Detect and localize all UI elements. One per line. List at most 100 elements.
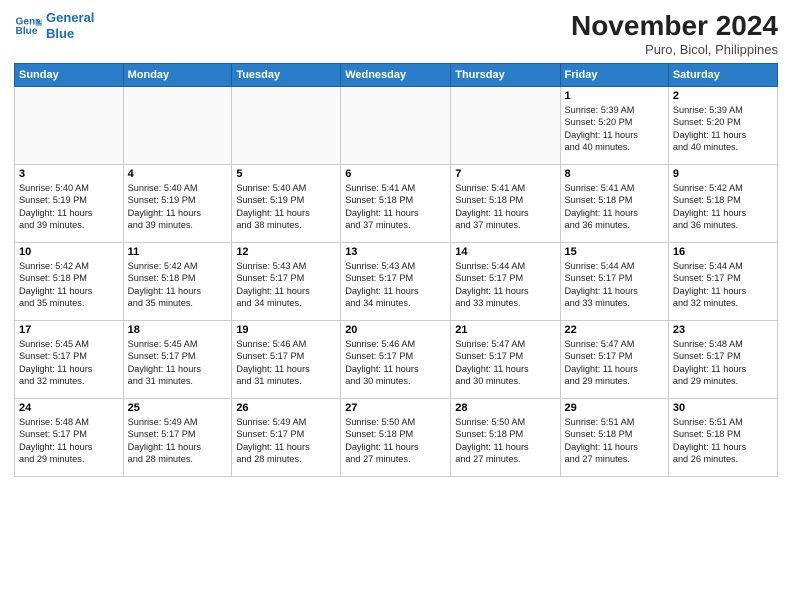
calendar-cell: 1 Sunrise: 5:39 AM Sunset: 5:20 PM Daylig… (560, 87, 668, 165)
calendar-cell: 17Sunrise: 5:45 AM Sunset: 5:17 PM Dayli… (15, 321, 124, 399)
day-number: 8 (565, 168, 664, 180)
day-info: Sunrise: 5:47 AM Sunset: 5:17 PM Dayligh… (565, 338, 664, 388)
calendar-cell: 11Sunrise: 5:42 AM Sunset: 5:18 PM Dayli… (123, 243, 232, 321)
calendar-week-row: 24 Sunrise: 5:48 AM Sunset: 5:17 PM Dayli… (15, 399, 778, 477)
day-number: 12 (236, 246, 336, 258)
weekday-header: Monday (123, 64, 232, 87)
calendar-cell: 6 Sunrise: 5:41 AM Sunset: 5:18 PM Daylig… (341, 165, 451, 243)
logo: General Blue General Blue (14, 10, 94, 41)
weekday-header: Wednesday (341, 64, 451, 87)
day-number: 3 (19, 168, 119, 180)
day-number: 20 (345, 324, 446, 336)
day-number: 17 (19, 324, 119, 336)
day-number: 1 (565, 90, 664, 102)
day-info: Sunrise: 5:42 AM Sunset: 5:18 PM Dayligh… (673, 182, 773, 232)
day-info: Sunrise: 5:44 AM Sunset: 5:17 PM Dayligh… (673, 260, 773, 310)
calendar-cell: 23 Sunrise: 5:48 AM Sunset: 5:17 PM Dayli… (668, 321, 777, 399)
weekday-header: Sunday (15, 64, 124, 87)
day-info: Sunrise: 5:47 AM Sunset: 5:17 PM Dayligh… (455, 338, 555, 388)
day-number: 15 (565, 246, 664, 258)
day-info: Sunrise: 5:50 AM Sunset: 5:18 PM Dayligh… (345, 416, 446, 466)
logo-line2: Blue (46, 26, 94, 42)
calendar-cell: 29Sunrise: 5:51 AM Sunset: 5:18 PM Dayli… (560, 399, 668, 477)
day-number: 18 (128, 324, 228, 336)
svg-text:Blue: Blue (16, 25, 38, 36)
calendar-cell (15, 87, 124, 165)
calendar-cell: 21 Sunrise: 5:47 AM Sunset: 5:17 PM Dayli… (451, 321, 560, 399)
day-info: Sunrise: 5:43 AM Sunset: 5:17 PM Dayligh… (345, 260, 446, 310)
day-number: 22 (565, 324, 664, 336)
calendar-table: SundayMondayTuesdayWednesdayThursdayFrid… (14, 63, 778, 477)
calendar-cell: 25 Sunrise: 5:49 AM Sunset: 5:17 PM Dayli… (123, 399, 232, 477)
calendar-cell: 16 Sunrise: 5:44 AM Sunset: 5:17 PM Dayli… (668, 243, 777, 321)
calendar-cell: 18 Sunrise: 5:45 AM Sunset: 5:17 PM Dayli… (123, 321, 232, 399)
day-info: Sunrise: 5:43 AM Sunset: 5:17 PM Dayligh… (236, 260, 336, 310)
day-number: 24 (19, 402, 119, 414)
day-info: Sunrise: 5:42 AM Sunset: 5:18 PM Dayligh… (128, 260, 228, 310)
day-number: 10 (19, 246, 119, 258)
day-info: Sunrise: 5:49 AM Sunset: 5:17 PM Dayligh… (236, 416, 336, 466)
day-number: 27 (345, 402, 446, 414)
calendar-cell: 5Sunrise: 5:40 AM Sunset: 5:19 PM Daylig… (232, 165, 341, 243)
calendar-cell: 3Sunrise: 5:40 AM Sunset: 5:19 PM Daylig… (15, 165, 124, 243)
calendar-cell: 19 Sunrise: 5:46 AM Sunset: 5:17 PM Dayli… (232, 321, 341, 399)
weekday-header-row: SundayMondayTuesdayWednesdayThursdayFrid… (15, 64, 778, 87)
day-info: Sunrise: 5:44 AM Sunset: 5:17 PM Dayligh… (455, 260, 555, 310)
calendar-cell: 22 Sunrise: 5:47 AM Sunset: 5:17 PM Dayli… (560, 321, 668, 399)
day-info: Sunrise: 5:40 AM Sunset: 5:19 PM Dayligh… (128, 182, 228, 232)
calendar-cell: 30Sunrise: 5:51 AM Sunset: 5:18 PM Dayli… (668, 399, 777, 477)
day-info: Sunrise: 5:49 AM Sunset: 5:17 PM Dayligh… (128, 416, 228, 466)
calendar-cell: 4Sunrise: 5:40 AM Sunset: 5:19 PM Daylig… (123, 165, 232, 243)
day-info: Sunrise: 5:46 AM Sunset: 5:17 PM Dayligh… (345, 338, 446, 388)
calendar-cell: 15Sunrise: 5:44 AM Sunset: 5:17 PM Dayli… (560, 243, 668, 321)
day-number: 21 (455, 324, 555, 336)
day-info: Sunrise: 5:51 AM Sunset: 5:18 PM Dayligh… (565, 416, 664, 466)
day-number: 19 (236, 324, 336, 336)
day-info: Sunrise: 5:40 AM Sunset: 5:19 PM Dayligh… (236, 182, 336, 232)
day-info: Sunrise: 5:48 AM Sunset: 5:17 PM Dayligh… (673, 338, 773, 388)
calendar-cell: 27 Sunrise: 5:50 AM Sunset: 5:18 PM Dayli… (341, 399, 451, 477)
calendar-cell: 24 Sunrise: 5:48 AM Sunset: 5:17 PM Dayli… (15, 399, 124, 477)
logo-line1: General (46, 10, 94, 26)
header: General Blue General Blue November 2024 … (14, 10, 778, 57)
calendar-cell: 20 Sunrise: 5:46 AM Sunset: 5:17 PM Dayli… (341, 321, 451, 399)
day-number: 25 (128, 402, 228, 414)
calendar-week-row: 1 Sunrise: 5:39 AM Sunset: 5:20 PM Daylig… (15, 87, 778, 165)
calendar-week-row: 10 Sunrise: 5:42 AM Sunset: 5:18 PM Dayli… (15, 243, 778, 321)
day-info: Sunrise: 5:48 AM Sunset: 5:17 PM Dayligh… (19, 416, 119, 466)
day-info: Sunrise: 5:42 AM Sunset: 5:18 PM Dayligh… (19, 260, 119, 310)
day-number: 13 (345, 246, 446, 258)
day-number: 16 (673, 246, 773, 258)
day-number: 23 (673, 324, 773, 336)
day-number: 14 (455, 246, 555, 258)
day-number: 6 (345, 168, 446, 180)
calendar-cell: 9 Sunrise: 5:42 AM Sunset: 5:18 PM Daylig… (668, 165, 777, 243)
day-info: Sunrise: 5:39 AM Sunset: 5:20 PM Dayligh… (565, 104, 664, 154)
day-info: Sunrise: 5:51 AM Sunset: 5:18 PM Dayligh… (673, 416, 773, 466)
day-number: 9 (673, 168, 773, 180)
day-info: Sunrise: 5:50 AM Sunset: 5:18 PM Dayligh… (455, 416, 555, 466)
month-title: November 2024 (571, 10, 778, 42)
calendar-cell: 26Sunrise: 5:49 AM Sunset: 5:17 PM Dayli… (232, 399, 341, 477)
day-info: Sunrise: 5:45 AM Sunset: 5:17 PM Dayligh… (128, 338, 228, 388)
weekday-header: Saturday (668, 64, 777, 87)
calendar-week-row: 17 Sunrise: 5:45 AM Sunset: 5:17 PM Dayli… (15, 321, 778, 399)
calendar-cell: 14 Sunrise: 5:44 AM Sunset: 5:17 PM Dayli… (451, 243, 560, 321)
calendar-week-row: 3 Sunrise: 5:40 AM Sunset: 5:19 PM Daylig… (15, 165, 778, 243)
calendar-cell (341, 87, 451, 165)
logo-icon: General Blue (14, 12, 42, 40)
location-title: Puro, Bicol, Philippines (571, 42, 778, 57)
calendar-cell: 2 Sunrise: 5:39 AM Sunset: 5:20 PM Daylig… (668, 87, 777, 165)
calendar-cell (123, 87, 232, 165)
day-number: 2 (673, 90, 773, 102)
calendar-cell: 13 Sunrise: 5:43 AM Sunset: 5:17 PM Dayli… (341, 243, 451, 321)
day-info: Sunrise: 5:41 AM Sunset: 5:18 PM Dayligh… (565, 182, 664, 232)
page: General Blue General Blue November 2024 … (0, 0, 792, 612)
day-info: Sunrise: 5:41 AM Sunset: 5:18 PM Dayligh… (345, 182, 446, 232)
calendar-cell: 7 Sunrise: 5:41 AM Sunset: 5:18 PM Daylig… (451, 165, 560, 243)
calendar-cell: 28Sunrise: 5:50 AM Sunset: 5:18 PM Dayli… (451, 399, 560, 477)
day-info: Sunrise: 5:46 AM Sunset: 5:17 PM Dayligh… (236, 338, 336, 388)
day-info: Sunrise: 5:39 AM Sunset: 5:20 PM Dayligh… (673, 104, 773, 154)
day-number: 7 (455, 168, 555, 180)
day-info: Sunrise: 5:41 AM Sunset: 5:18 PM Dayligh… (455, 182, 555, 232)
